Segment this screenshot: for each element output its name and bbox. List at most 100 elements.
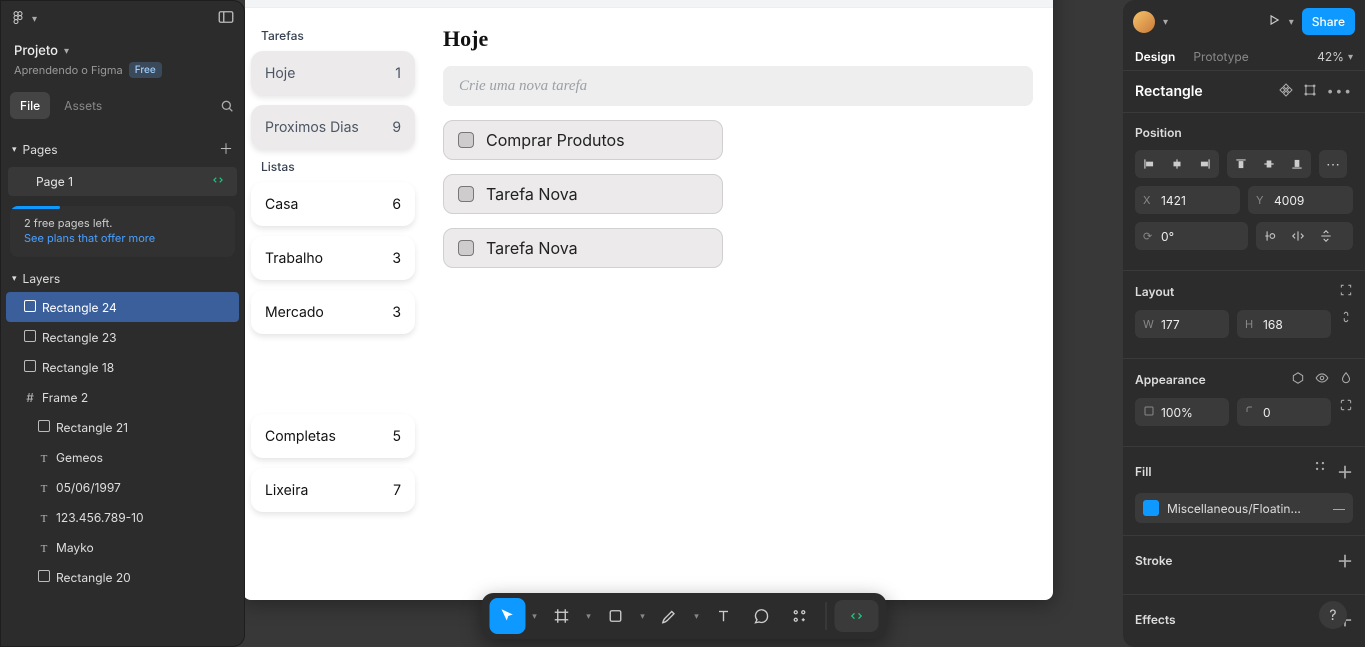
- align-right-button[interactable]: [1191, 150, 1219, 178]
- chevron-down-icon[interactable]: ▾: [582, 611, 596, 622]
- more-icon[interactable]: •••: [1327, 83, 1353, 100]
- sidebar-item[interactable]: Lixeira7: [251, 468, 415, 512]
- layer-item[interactable]: Rectangle 20: [0, 562, 245, 592]
- layers-section-header[interactable]: ▾ Layers: [0, 265, 245, 292]
- sidebar-item[interactable]: Proximos Dias9: [251, 105, 415, 149]
- layer-item[interactable]: Rectangle 21: [0, 412, 245, 442]
- task-item[interactable]: Tarefa Nova: [443, 174, 723, 214]
- search-button[interactable]: [219, 92, 235, 119]
- dev-mode-toggle[interactable]: [835, 600, 879, 632]
- file-name[interactable]: Projeto▾: [14, 43, 231, 59]
- pages-upsell[interactable]: 2 free pages left. See plans that offer …: [10, 206, 235, 257]
- add-stroke-button[interactable]: ＋: [1337, 548, 1353, 572]
- frame-tool[interactable]: [544, 598, 580, 634]
- height-field[interactable]: H168: [1237, 310, 1331, 338]
- constrain-proportions-button[interactable]: [1339, 310, 1353, 338]
- new-task-input[interactable]: Crie uma nova tarefa: [443, 66, 1033, 106]
- width-field[interactable]: W177: [1135, 310, 1229, 338]
- task-item[interactable]: Comprar Produtos: [443, 120, 723, 160]
- edit-object-icon[interactable]: [1303, 83, 1317, 100]
- pen-tool[interactable]: [652, 598, 688, 634]
- layer-label: Rectangle 23: [42, 330, 117, 345]
- y-field[interactable]: Y4009: [1248, 186, 1353, 214]
- shape-tool[interactable]: [598, 598, 634, 634]
- chevron-down-icon[interactable]: ▾: [690, 611, 704, 622]
- sidebar-item[interactable]: Casa6: [251, 182, 415, 226]
- user-avatar[interactable]: [1133, 11, 1155, 33]
- present-button[interactable]: [1267, 13, 1281, 30]
- layer-item[interactable]: Rectangle 18: [0, 352, 245, 382]
- individual-corners-button[interactable]: [1339, 398, 1353, 426]
- visibility-icon[interactable]: [1315, 371, 1329, 388]
- component-icon[interactable]: [1279, 83, 1293, 100]
- layer-item[interactable]: Frame 2: [0, 382, 245, 412]
- share-button[interactable]: Share: [1302, 8, 1355, 35]
- flip-horizontal-button[interactable]: [1284, 222, 1312, 250]
- align-hcenter-button[interactable]: [1163, 150, 1191, 178]
- sidebar-item-label: Hoje: [265, 65, 295, 82]
- pages-section-header[interactable]: ▾ Pages ＋: [0, 133, 245, 165]
- actions-tool[interactable]: [782, 598, 818, 634]
- layer-item[interactable]: Mayko: [0, 532, 245, 562]
- comment-tool[interactable]: [744, 598, 780, 634]
- dev-mode-icon[interactable]: [211, 173, 225, 190]
- x-field[interactable]: X1421: [1135, 186, 1240, 214]
- align-bottom-button[interactable]: [1283, 150, 1311, 178]
- layer-item[interactable]: Gemeos: [0, 442, 245, 472]
- sidebar-item[interactable]: Mercado3: [251, 290, 415, 334]
- move-tool[interactable]: [490, 598, 526, 634]
- sidebar-item-count: 3: [392, 304, 401, 321]
- panel-toggle-button[interactable]: [217, 8, 235, 29]
- flip-options-button[interactable]: [1256, 222, 1284, 250]
- layer-item[interactable]: 123.456.789-10: [0, 502, 245, 532]
- plan-badge[interactable]: Free: [129, 62, 162, 78]
- opacity-field[interactable]: 100%: [1135, 398, 1229, 426]
- help-button[interactable]: ?: [1319, 601, 1347, 629]
- sidebar-item-count: 7: [393, 482, 401, 499]
- align-top-button[interactable]: [1227, 150, 1255, 178]
- checkbox[interactable]: [458, 186, 474, 202]
- rotation-field[interactable]: ⟳0°: [1135, 222, 1248, 250]
- sidebar-item[interactable]: Trabalho3: [251, 236, 415, 280]
- blend-icon[interactable]: [1339, 371, 1353, 388]
- align-vcenter-button[interactable]: [1255, 150, 1283, 178]
- checkbox[interactable]: [458, 132, 474, 148]
- task-item[interactable]: Tarefa Nova: [443, 228, 723, 268]
- canvas[interactable]: Fastack Tarefas Hoje1Proximos Dias9 List…: [245, 0, 1123, 647]
- layer-item[interactable]: Rectangle 23: [0, 322, 245, 352]
- chevron-down-icon[interactable]: ▾: [1289, 16, 1294, 28]
- layer-item[interactable]: Rectangle 24: [6, 292, 239, 322]
- figma-menu[interactable]: ▾: [10, 11, 37, 27]
- more-align-button[interactable]: ⋯: [1319, 150, 1347, 178]
- corner-radius-field[interactable]: 0: [1237, 398, 1331, 426]
- add-fill-button[interactable]: ＋: [1337, 459, 1353, 483]
- page-item[interactable]: Page 1: [8, 167, 237, 196]
- add-page-button[interactable]: ＋: [219, 139, 233, 159]
- rect-icon: [36, 570, 52, 585]
- sidebar-item[interactable]: Hoje1: [251, 51, 415, 95]
- layer-item[interactable]: 05/06/1997: [0, 472, 245, 502]
- chevron-down-icon[interactable]: ▾: [528, 611, 542, 622]
- upsell-link[interactable]: See plans that offer more: [24, 231, 221, 245]
- sidebar-item[interactable]: Completas5: [251, 414, 415, 458]
- fill-style-row[interactable]: Miscellaneous/Floatin... —: [1135, 493, 1353, 523]
- team-name[interactable]: Aprendendo o Figma: [14, 63, 123, 77]
- tab-design[interactable]: Design: [1135, 49, 1175, 64]
- layer-label: 123.456.789-10: [56, 510, 144, 525]
- color-swatch[interactable]: [1143, 500, 1159, 516]
- variable-icon[interactable]: [1291, 371, 1305, 388]
- align-left-button[interactable]: [1135, 150, 1163, 178]
- autolayout-icon[interactable]: [1339, 283, 1353, 300]
- flip-vertical-button[interactable]: [1312, 222, 1340, 250]
- text-tool[interactable]: [706, 598, 742, 634]
- tab-file[interactable]: File: [10, 92, 50, 119]
- tab-assets[interactable]: Assets: [54, 92, 112, 119]
- zoom-dropdown[interactable]: 42%▾: [1317, 49, 1353, 64]
- chevron-down-icon[interactable]: ▾: [636, 611, 650, 622]
- chevron-down-icon[interactable]: ▾: [1163, 16, 1168, 28]
- detach-style-button[interactable]: —: [1333, 501, 1345, 516]
- styles-icon[interactable]: [1313, 459, 1327, 483]
- tab-prototype[interactable]: Prototype: [1193, 49, 1248, 64]
- design-frame[interactable]: Fastack Tarefas Hoje1Proximos Dias9 List…: [245, 0, 1053, 600]
- checkbox[interactable]: [458, 240, 474, 256]
